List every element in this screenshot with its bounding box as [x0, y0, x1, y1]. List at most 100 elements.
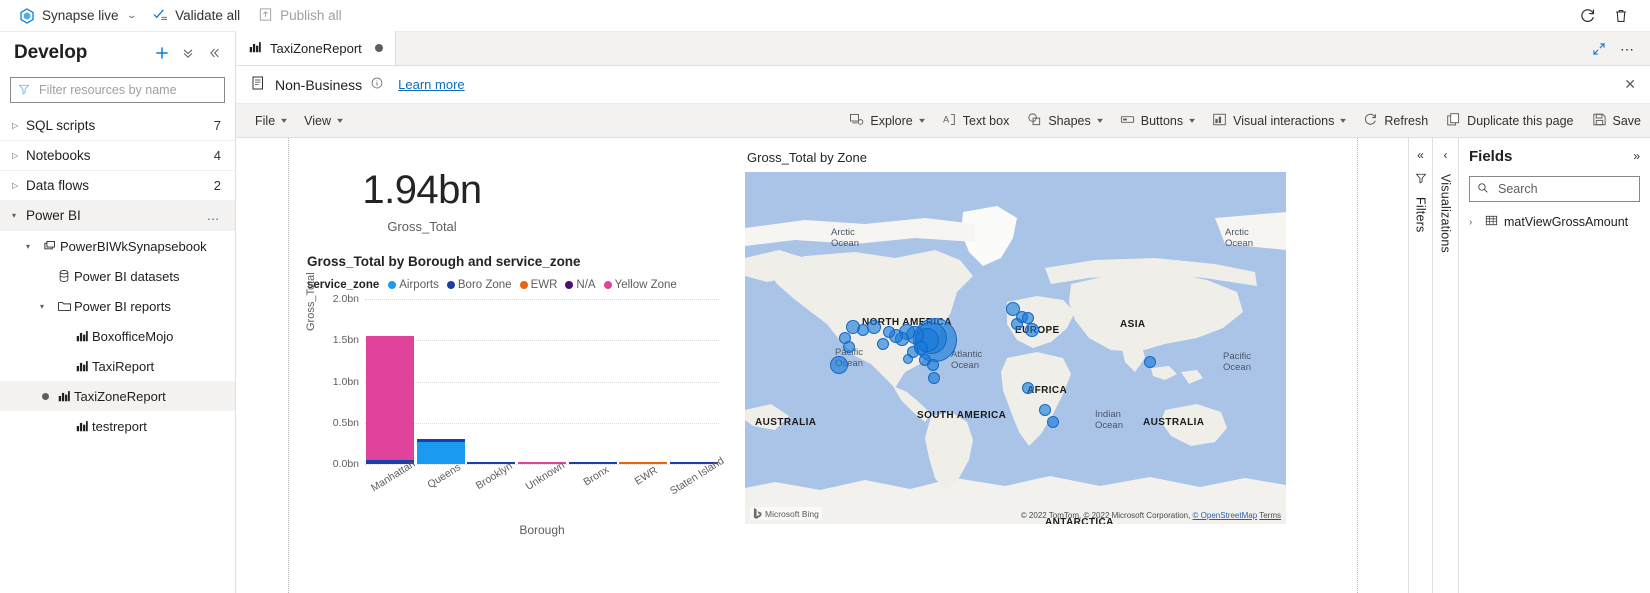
bar-segment[interactable]: [366, 335, 415, 461]
bar-stack[interactable]: [619, 299, 668, 464]
map-data-bubble[interactable]: [903, 354, 913, 364]
info-icon[interactable]: [371, 77, 383, 92]
legend-item-yellow-zone[interactable]: Yellow Zone: [603, 279, 677, 291]
sidebar-item-testreport[interactable]: testreport: [0, 411, 235, 441]
bar-stack[interactable]: [416, 299, 465, 464]
sidebar-item-taxireport[interactable]: TaxiReport: [0, 351, 235, 381]
x-label-slot: Manhattan: [365, 458, 417, 523]
view-menu[interactable]: View ▾: [295, 104, 351, 138]
bar-slot: [668, 299, 719, 464]
explore-button[interactable]: Explore ▾: [840, 104, 932, 138]
legend-item-na[interactable]: N/A: [565, 279, 596, 291]
collapse-filters-icon[interactable]: «: [1417, 148, 1424, 162]
visual-interactions-button[interactable]: Visual interactions ▾: [1203, 104, 1354, 138]
legend-label: EWR: [530, 279, 558, 291]
bar-chart-plot[interactable]: Gross_Total 0.0bn 0.5bn 1.0bn 1.5bn 2.0bn Ma…: [305, 272, 726, 537]
collapse-all-icon[interactable]: [175, 40, 201, 66]
filter-resources-input[interactable]: [37, 82, 217, 98]
publish-all-button[interactable]: Publish all: [249, 0, 351, 32]
bar-stack[interactable]: [467, 299, 516, 464]
report-icon: [72, 359, 92, 373]
kpi-label: Gross_Total: [387, 219, 457, 234]
expand-fields-icon[interactable]: »: [1633, 149, 1640, 163]
filter-resources-box[interactable]: [10, 77, 225, 103]
bar-segment[interactable]: [619, 462, 668, 464]
bar-stack[interactable]: [366, 299, 415, 464]
map-data-bubble[interactable]: [867, 320, 881, 334]
unsaved-dot: [375, 44, 383, 52]
file-menu[interactable]: File ▾: [246, 104, 295, 138]
collapse-visualizations-icon[interactable]: ‹: [1444, 148, 1448, 162]
map-data-bubble[interactable]: [1025, 323, 1039, 337]
bar-segment[interactable]: [568, 462, 617, 464]
buttons-button[interactable]: Buttons ▾: [1111, 104, 1203, 138]
report-canvas-wrap: 1.94bn Gross_Total Gross_Total by Boroug…: [236, 138, 1650, 593]
trash-icon[interactable]: [1606, 1, 1636, 31]
expand-icon[interactable]: [1586, 36, 1612, 62]
map-terms-link[interactable]: Terms: [1259, 511, 1281, 520]
ellipsis-icon[interactable]: ⋯: [1614, 36, 1640, 62]
sidebar-item-powerbiwksynapsebook[interactable]: ▾ PowerBIWkSynapsebook: [0, 231, 235, 261]
map-data-bubble[interactable]: [1047, 416, 1059, 428]
add-resource-button[interactable]: [149, 40, 175, 66]
chevron-down-icon: ▾: [26, 241, 31, 251]
gridline: [365, 464, 719, 465]
legend-item-ewr[interactable]: EWR: [519, 279, 558, 291]
fields-search-box[interactable]: [1469, 176, 1650, 202]
bar-stack[interactable]: [568, 299, 617, 464]
map-canvas[interactable]: ArcticOceanArcticOceanPacificOceanPacifi…: [745, 172, 1286, 524]
sidebar-group-label: Data flows: [26, 178, 90, 193]
map-data-bubble[interactable]: [927, 359, 939, 371]
sidebar-group-data-flows[interactable]: ▷ Data flows 2: [0, 171, 235, 201]
page-title: Develop: [14, 42, 88, 63]
collapse-panel-icon[interactable]: [201, 40, 227, 66]
tab-taxizonereport[interactable]: TaxiZoneReport: [236, 31, 396, 65]
filter-icon[interactable]: [1415, 172, 1427, 187]
sidebar-item-power-bi-reports[interactable]: ▾ Power BI reports: [0, 291, 235, 321]
validate-all-button[interactable]: Validate all: [144, 0, 249, 32]
sidebar-item-power-bi-datasets[interactable]: Power BI datasets: [0, 261, 235, 291]
save-button[interactable]: Save: [1583, 104, 1650, 138]
map-data-bubble[interactable]: [1039, 404, 1051, 416]
learn-more-link[interactable]: Learn more: [398, 77, 464, 92]
chevron-down-icon: ⌄: [125, 10, 137, 20]
sidebar-item-taxizonereport[interactable]: TaxiZoneReport: [0, 381, 235, 411]
visualizations-pane-label[interactable]: Visualizations: [1439, 174, 1453, 253]
duplicate-page-button[interactable]: Duplicate this page: [1437, 104, 1582, 138]
sidebar-group-sql-scripts[interactable]: ▷ SQL scripts 7: [0, 111, 235, 141]
legend-item-airports[interactable]: Airports: [388, 279, 439, 291]
openstreetmap-link[interactable]: © OpenStreetMap: [1193, 511, 1258, 520]
fields-search-input[interactable]: [1496, 181, 1650, 197]
map-visual[interactable]: Gross_Total by Zone Arctic Ocean Arctic …: [745, 146, 1297, 593]
map-data-bubble[interactable]: [928, 372, 940, 384]
refresh-button[interactable]: Refresh: [1354, 104, 1437, 138]
close-icon[interactable]: ✕: [1624, 76, 1636, 93]
map-data-bubble[interactable]: [830, 356, 848, 374]
sidebar-item-boxofficemojo[interactable]: BoxofficeMojo: [0, 321, 235, 351]
map-data-bubble[interactable]: [1011, 318, 1023, 330]
filters-pane-label[interactable]: Filters: [1414, 197, 1428, 232]
bar-stack[interactable]: [518, 299, 567, 464]
map-data-bubble[interactable]: [1144, 356, 1156, 368]
refresh-icon[interactable]: [1572, 1, 1602, 31]
y-axis-tick: 0.0bn: [332, 458, 359, 470]
more-actions-icon[interactable]: …: [207, 208, 222, 223]
bar-stack[interactable]: [669, 299, 718, 464]
sidebar-group-notebooks[interactable]: ▷ Notebooks 4: [0, 141, 235, 171]
map-data-bubble[interactable]: [843, 341, 855, 353]
report-canvas[interactable]: 1.94bn Gross_Total Gross_Total by Boroug…: [288, 138, 1358, 593]
legend-item-boro-zone[interactable]: Boro Zone: [446, 279, 512, 291]
field-item-matviewgrossamount[interactable]: › matViewGrossAmount: [1469, 214, 1640, 230]
map-data-bubble[interactable]: [883, 326, 895, 338]
map-data-bubble[interactable]: [1022, 382, 1034, 394]
bar-slot: [567, 299, 618, 464]
bar-segment[interactable]: [416, 441, 465, 464]
workspace-selector[interactable]: Synapse live ⌄: [10, 0, 144, 32]
view-menu-label: View: [304, 113, 332, 128]
sidebar-group-power-bi[interactable]: ▾ Power BI …: [0, 201, 235, 231]
shapes-button[interactable]: Shapes ▾: [1018, 104, 1110, 138]
map-data-bubble[interactable]: [877, 338, 889, 350]
duplicate-page-label: Duplicate this page: [1467, 113, 1574, 128]
text-box-button[interactable]: A Text box: [933, 104, 1019, 138]
report-icon: [72, 419, 92, 433]
